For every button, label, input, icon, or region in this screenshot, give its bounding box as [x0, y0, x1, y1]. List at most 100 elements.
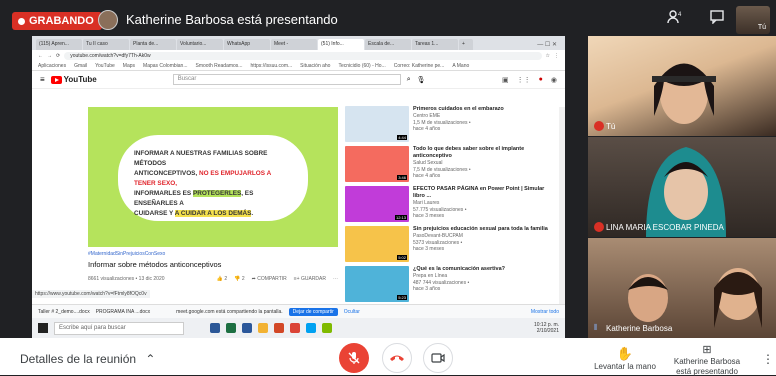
present-now-button[interactable]: ⊞ Katherine Barbosa está presentando: [672, 344, 742, 376]
youtube-search-input[interactable]: Buscar: [172, 74, 401, 85]
recommended-video-item[interactable]: 5:23 ¿Qué es la comunicación asertiva? Pr…: [345, 266, 550, 305]
folder-icon[interactable]: [258, 323, 268, 333]
excel-icon[interactable]: [226, 323, 236, 333]
browser-tab[interactable]: Tareas 1...: [412, 39, 458, 50]
meeting-details-label: Detalles de la reunión: [20, 352, 137, 366]
recommended-thumbnail[interactable]: 4:44: [345, 106, 409, 142]
participant-tile[interactable]: LINA MARIA ESCOBAR PINEDA: [588, 137, 776, 237]
browser-tab[interactable]: Escala de...: [365, 39, 411, 50]
new-tab-button[interactable]: +: [459, 39, 473, 50]
download-item[interactable]: Taller # 2_demo....docx: [38, 309, 90, 315]
recommended-thumbnail[interactable]: 5:02: [345, 226, 409, 262]
youtube-play-icon: [50, 75, 62, 84]
browser-tab-strip: (115) Apren... Tu II caso Planta de... V…: [32, 36, 565, 50]
camera-icon: [431, 353, 445, 363]
recommended-thumbnail[interactable]: 3:46: [345, 146, 409, 182]
share-button[interactable]: ➦ COMPARTIR: [252, 276, 287, 282]
notifications-icon[interactable]: ●: [539, 76, 543, 84]
recording-dot-icon: [18, 17, 25, 25]
recommended-video-item[interactable]: 5:02 Sin prejuicios educación sexual par…: [345, 226, 550, 265]
bookmark-item[interactable]: A Mano: [452, 63, 469, 69]
microphone-toggle-button[interactable]: [339, 343, 369, 373]
bookmark-item[interactable]: Situación aho: [300, 63, 330, 69]
leave-call-button[interactable]: [382, 343, 412, 373]
powerpoint-icon[interactable]: [274, 323, 284, 333]
participant-tile[interactable]: ⦀ Katherine Barbosa: [588, 238, 776, 338]
window-controls[interactable]: — ☐ ✕: [529, 41, 565, 50]
app-icon[interactable]: [322, 323, 332, 333]
bookmark-item[interactable]: Correo: Katherine pe...: [394, 63, 445, 69]
browser-tab-active[interactable]: (51) Info...: [318, 39, 364, 50]
bookmark-item[interactable]: Tecnicidio (60) - Ho...: [338, 63, 385, 69]
microphone-icon[interactable]: 🎙: [417, 76, 426, 84]
dislike-button[interactable]: 👎 2: [234, 276, 244, 282]
video-player[interactable]: INFORMAR A NUESTRAS FAMILIAS SOBRE MÉTOD…: [88, 107, 338, 247]
camera-toggle-button[interactable]: [423, 343, 453, 373]
video-title: Informar sobre métodos anticonceptivos: [88, 260, 222, 269]
recommended-videos: 4:44 Primeros cuidados en el embarazo Cen…: [345, 106, 550, 306]
address-row: ← → ⟳ youtube.com/watch?v=dfy7Th-Ak0w ☆ …: [32, 50, 565, 61]
recommended-video-item[interactable]: 12:13 EFECTO PASAR PÁGINA en Power Point…: [345, 186, 550, 225]
apps-grid-icon[interactable]: ⋮⋮: [517, 76, 531, 84]
stop-sharing-button[interactable]: Dejar de compartir: [288, 307, 338, 316]
browser-tab[interactable]: Planta de...: [130, 39, 176, 50]
bookmark-item[interactable]: Mapas Colombian...: [143, 63, 187, 69]
more-options-icon[interactable]: ⋯: [333, 276, 338, 282]
people-icon[interactable]: 4: [664, 10, 686, 30]
recommended-video-item[interactable]: 3:46 Todo lo que debes saber sobre el im…: [345, 146, 550, 185]
chat-icon[interactable]: [706, 10, 728, 30]
recommended-thumbnail[interactable]: 5:23: [345, 266, 409, 302]
top-bar: GRABANDO Katherine Barbosa está presenta…: [0, 0, 776, 38]
video-views: 8661 visualizaciones • 13 dic 2020: [88, 276, 165, 282]
hamburger-icon[interactable]: ≡: [40, 75, 45, 84]
browser-tab[interactable]: (115) Apren...: [36, 39, 82, 50]
save-button[interactable]: ≡+ GUARDAR: [294, 276, 326, 282]
browser-tab[interactable]: Tu II caso: [83, 39, 129, 50]
bookmark-item[interactable]: https://issuu.com...: [250, 63, 292, 69]
share-notice: meet.google.com está compartiendo la pan…: [176, 308, 283, 315]
speaking-indicator-icon: ⦀: [594, 323, 598, 332]
recommended-thumbnail[interactable]: 12:13: [345, 186, 409, 222]
bookmark-item[interactable]: Smooth Readamos...: [196, 63, 243, 69]
participant-tile[interactable]: Tú: [588, 36, 776, 136]
bookmark-item[interactable]: Aplicaciones: [38, 63, 66, 69]
youtube-logo[interactable]: YouTube: [50, 75, 97, 84]
like-button[interactable]: 👍 2: [217, 276, 227, 282]
back-icon[interactable]: ←: [38, 53, 43, 59]
taskview-icon[interactable]: [210, 323, 220, 333]
meeting-details-button[interactable]: Detalles de la reunión ⌃: [20, 352, 155, 366]
create-video-icon[interactable]: ▣: [502, 76, 509, 84]
hang-up-icon: [390, 355, 404, 361]
more-options-icon[interactable]: ⋮: [762, 352, 774, 366]
presenting-label-line1: Katherine Barbosa: [673, 357, 741, 367]
browser-tab[interactable]: WhatsApp: [224, 39, 270, 50]
video-hashtags[interactable]: #MaternidadSinPrejuiciosConSexo: [88, 251, 165, 257]
bookmark-item[interactable]: Gmail: [74, 63, 87, 69]
address-bar[interactable]: youtube.com/watch?v=dfy7Th-Ak0w: [64, 51, 542, 60]
windows-start-icon[interactable]: [38, 323, 48, 333]
chrome-icon[interactable]: [290, 323, 300, 333]
page-scrollbar[interactable]: [559, 107, 565, 332]
raise-hand-button[interactable]: ✋ Levantar la mano: [592, 346, 658, 371]
taskbar-search[interactable]: Escribe aquí para buscar: [54, 321, 184, 335]
account-avatar-icon[interactable]: ◉: [551, 76, 557, 84]
browser-tab[interactable]: Voluntario...: [177, 39, 223, 50]
status-url: https://www.youtube.com/watch?v=fFtmly8f…: [32, 290, 150, 298]
forward-icon[interactable]: →: [47, 53, 52, 59]
bookmark-item[interactable]: YouTube: [95, 63, 115, 69]
hide-button[interactable]: Ocultar: [344, 309, 360, 315]
show-all-button[interactable]: Mostrar todo: [531, 309, 559, 315]
recommended-video-item[interactable]: 4:44 Primeros cuidados en el embarazo Cen…: [345, 106, 550, 145]
bookmark-item[interactable]: Maps: [123, 63, 135, 69]
download-item[interactable]: PROGRAMA INA ...docx: [96, 309, 150, 315]
app-icon[interactable]: [306, 323, 316, 333]
reload-icon[interactable]: ⟳: [56, 53, 60, 59]
browser-tab[interactable]: Meet -: [271, 39, 317, 50]
star-icon[interactable]: ☆: [546, 53, 550, 59]
word-icon[interactable]: [242, 323, 252, 333]
menu-icon[interactable]: ⋮: [554, 53, 559, 59]
youtube-logo-text: YouTube: [63, 75, 97, 84]
search-icon[interactable]: ⌕: [407, 76, 411, 84]
video-meta-row: 8661 visualizaciones • 13 dic 2020 👍 2 👎…: [88, 276, 338, 282]
bookmarks-bar: Aplicaciones Gmail YouTube Maps Mapas Co…: [32, 61, 565, 71]
